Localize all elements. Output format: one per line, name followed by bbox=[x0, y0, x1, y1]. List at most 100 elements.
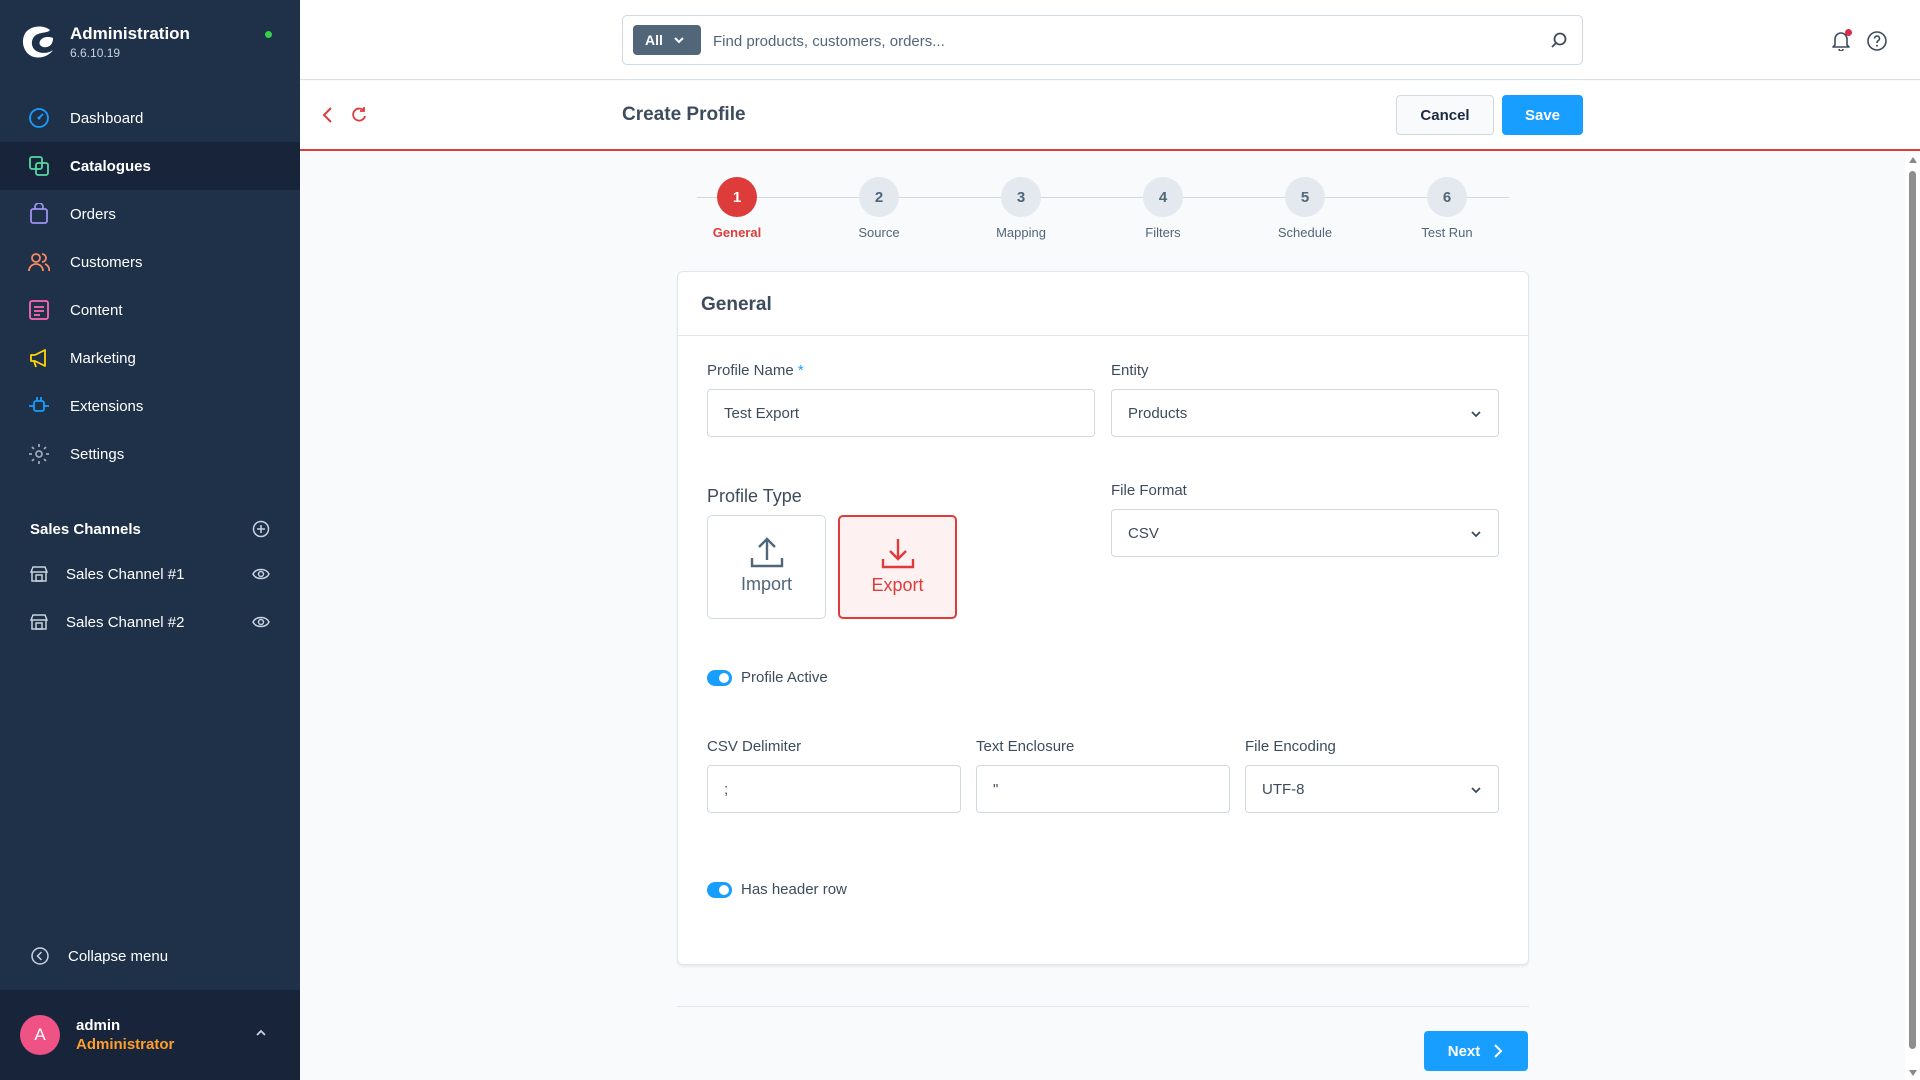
sales-channels-title: Sales Channels bbox=[30, 520, 141, 538]
step-number: 2 bbox=[859, 177, 899, 217]
main-nav: Dashboard Catalogues Orders Customers Co… bbox=[0, 94, 300, 478]
user-name: admin bbox=[76, 1017, 121, 1034]
customers-icon bbox=[28, 253, 50, 272]
nav-label: Customers bbox=[70, 253, 143, 271]
entity-value: Products bbox=[1128, 404, 1188, 422]
card-title: General bbox=[701, 294, 772, 315]
nav-label: Catalogues bbox=[70, 157, 151, 175]
nav-item-dashboard[interactable]: Dashboard bbox=[0, 94, 300, 142]
export-type-option[interactable]: Export bbox=[838, 515, 957, 619]
csv-delimiter-input[interactable] bbox=[707, 765, 961, 813]
search-type-label: All bbox=[645, 32, 663, 48]
step-label: Mapping bbox=[996, 225, 1046, 240]
header-row-label: Has header row bbox=[741, 881, 847, 898]
profile-name-input[interactable] bbox=[707, 389, 1095, 437]
reload-icon[interactable] bbox=[350, 105, 368, 123]
nav-item-marketing[interactable]: Marketing bbox=[0, 334, 300, 382]
footer-divider bbox=[677, 1006, 1529, 1007]
card-divider bbox=[678, 335, 1528, 336]
scroll-up-arrow[interactable] bbox=[1909, 157, 1917, 163]
nav-label: Dashboard bbox=[70, 109, 144, 127]
nav-item-extensions[interactable]: Extensions bbox=[0, 382, 300, 430]
step-general[interactable]: 1 General bbox=[697, 177, 777, 240]
search-icon[interactable] bbox=[1550, 31, 1568, 49]
eye-icon[interactable] bbox=[252, 613, 270, 631]
step-test-run[interactable]: 6 Test Run bbox=[1407, 177, 1487, 240]
chevron-up-icon bbox=[256, 1029, 266, 1036]
sidebar: Administration 6.6.10.19 Dashboard Catal… bbox=[0, 0, 300, 1080]
profile-type-label: Profile Type bbox=[707, 486, 802, 506]
gear-icon bbox=[29, 444, 49, 464]
nav-label: Extensions bbox=[70, 397, 144, 415]
nav-label: Content bbox=[70, 301, 123, 319]
chevron-down-icon bbox=[1471, 531, 1481, 538]
nav-label: Orders bbox=[70, 205, 116, 223]
wizard-stepper: 1 General 2 Source 3 Mapping 4 Filters 5… bbox=[697, 177, 1509, 247]
brand: Administration 6.6.10.19 bbox=[20, 24, 190, 60]
main-content: 1 General 2 Source 3 Mapping 4 Filters 5… bbox=[300, 153, 1905, 1080]
step-label: Filters bbox=[1145, 225, 1181, 240]
scroll-down-arrow[interactable] bbox=[1909, 1070, 1917, 1076]
help-icon[interactable] bbox=[1866, 30, 1888, 52]
add-circle-icon[interactable] bbox=[252, 520, 270, 538]
nav-item-catalogues[interactable]: Catalogues bbox=[0, 142, 300, 190]
import-type-option[interactable]: Import bbox=[707, 515, 826, 619]
collapse-label: Collapse menu bbox=[68, 947, 169, 965]
eye-icon[interactable] bbox=[252, 565, 270, 583]
storefront-icon bbox=[30, 566, 48, 582]
text-enclosure-input[interactable] bbox=[976, 765, 1230, 813]
smart-bar: Create Profile Cancel Save bbox=[300, 81, 1920, 151]
scroll-thumb[interactable] bbox=[1909, 171, 1916, 1049]
nav-label: Settings bbox=[70, 445, 125, 463]
nav-item-settings[interactable]: Settings bbox=[0, 430, 300, 478]
storefront-icon bbox=[30, 614, 48, 630]
step-source[interactable]: 2 Source bbox=[839, 177, 919, 240]
header-row-toggle[interactable] bbox=[707, 882, 732, 898]
step-number: 4 bbox=[1143, 177, 1183, 217]
dashboard-icon bbox=[29, 108, 49, 128]
file-format-select[interactable]: CSV bbox=[1111, 509, 1499, 557]
chevron-down-icon bbox=[1471, 411, 1481, 418]
plug-icon bbox=[29, 397, 49, 412]
save-button[interactable]: Save bbox=[1502, 95, 1583, 135]
entity-label: Entity bbox=[1111, 362, 1149, 379]
global-search: All bbox=[622, 15, 1583, 65]
search-input[interactable] bbox=[713, 28, 1513, 54]
nav-item-customers[interactable]: Customers bbox=[0, 238, 300, 286]
file-format-label: File Format bbox=[1111, 482, 1187, 499]
scrollbar[interactable] bbox=[1905, 153, 1920, 1080]
entity-select[interactable]: Products bbox=[1111, 389, 1499, 437]
profile-name-label-text: Profile Name bbox=[707, 362, 794, 379]
sales-channel-item[interactable]: Sales Channel #1 bbox=[0, 550, 300, 598]
sales-channel-label: Sales Channel #1 bbox=[66, 565, 185, 583]
download-icon bbox=[881, 539, 914, 569]
general-card: General Profile Name * Entity Products P… bbox=[677, 271, 1529, 965]
collapse-menu-button[interactable]: Collapse menu bbox=[30, 946, 168, 966]
next-button[interactable]: Next bbox=[1424, 1031, 1528, 1071]
search-type-dropdown[interactable]: All bbox=[633, 25, 701, 55]
megaphone-icon bbox=[30, 349, 46, 368]
step-mapping[interactable]: 3 Mapping bbox=[981, 177, 1061, 240]
cancel-button[interactable]: Cancel bbox=[1396, 95, 1494, 135]
step-number: 5 bbox=[1285, 177, 1325, 217]
step-number: 1 bbox=[717, 177, 757, 217]
user-menu[interactable]: A admin Administrator bbox=[0, 990, 300, 1080]
file-encoding-select[interactable]: UTF-8 bbox=[1245, 765, 1499, 813]
sales-channels-list: Sales Channel #1 Sales Channel #2 bbox=[0, 550, 300, 646]
step-label: General bbox=[712, 225, 762, 240]
back-arrow-icon[interactable] bbox=[320, 105, 336, 125]
user-role: Administrator bbox=[76, 1036, 175, 1053]
page-title: Create Profile bbox=[622, 104, 746, 125]
export-label: Export bbox=[871, 575, 924, 595]
file-format-value: CSV bbox=[1128, 524, 1159, 542]
profile-active-toggle[interactable] bbox=[707, 670, 732, 686]
sales-channel-item[interactable]: Sales Channel #2 bbox=[0, 598, 300, 646]
file-encoding-value: UTF-8 bbox=[1262, 780, 1305, 798]
required-marker: * bbox=[797, 362, 804, 379]
nav-label: Marketing bbox=[70, 349, 136, 367]
step-schedule[interactable]: 5 Schedule bbox=[1265, 177, 1345, 240]
catalogue-icon bbox=[29, 156, 49, 176]
step-filters[interactable]: 4 Filters bbox=[1123, 177, 1203, 240]
nav-item-content[interactable]: Content bbox=[0, 286, 300, 334]
nav-item-orders[interactable]: Orders bbox=[0, 190, 300, 238]
